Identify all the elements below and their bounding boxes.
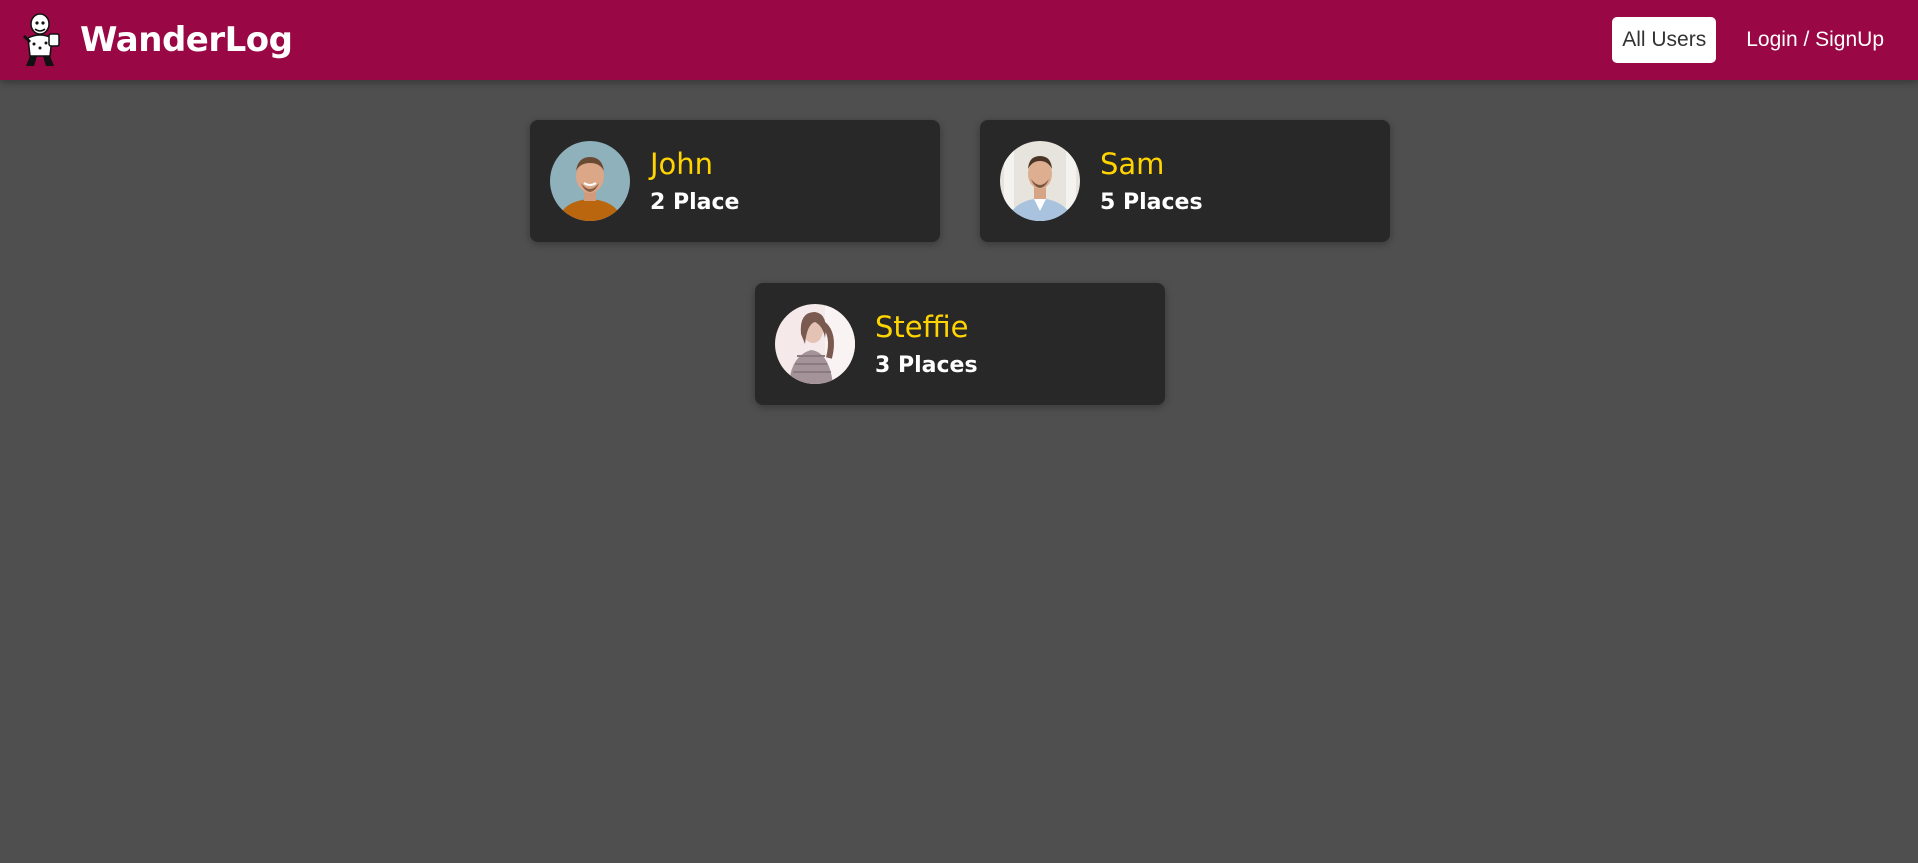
user-place-count: 5 Places [1100,190,1203,215]
user-name: Sam [1100,147,1165,181]
avatar-photo [775,304,855,384]
user-name: Steffie [875,310,969,344]
brand-title: WanderLog [80,20,293,60]
traveler-logo-icon [18,12,62,68]
user-card[interactable]: Sam 5 Places [980,120,1390,242]
brand-link[interactable]: WanderLog [18,12,293,68]
app-header: WanderLog All Users Login / SignUp [0,0,1918,80]
avatar-photo [550,141,630,221]
nav-all-users[interactable]: All Users [1612,17,1717,63]
user-place-count: 2 Place [650,190,740,215]
user-card[interactable]: John 2 Place [530,120,940,242]
nav-login-signup[interactable]: Login / SignUp [1736,17,1894,63]
user-place-count: 3 Places [875,353,978,378]
user-card[interactable]: Steffie 3 Places [755,283,1165,405]
main-nav: All Users Login / SignUp [1612,17,1894,63]
user-name: John [650,147,714,181]
avatar-photo [1000,141,1080,221]
